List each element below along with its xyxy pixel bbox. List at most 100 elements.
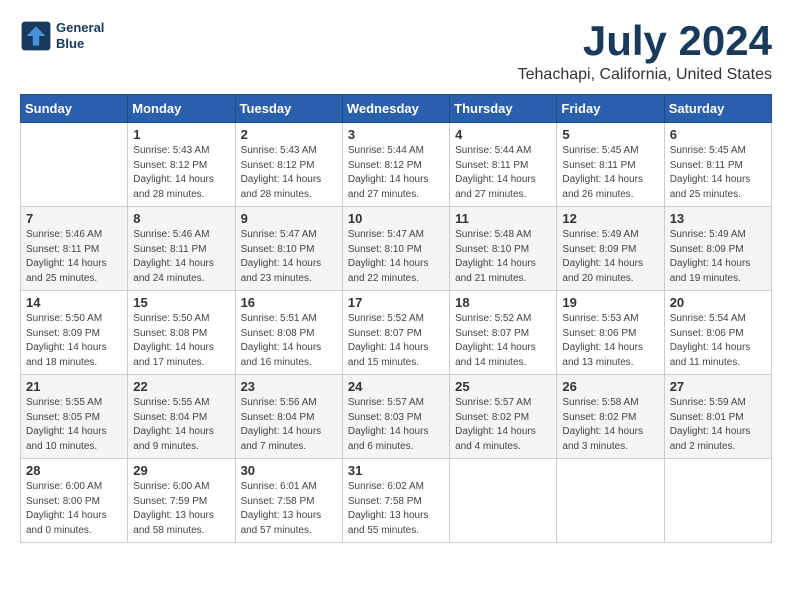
day-number: 21	[26, 379, 122, 394]
day-info: Sunrise: 5:49 AM Sunset: 8:09 PM Dayligh…	[670, 228, 766, 286]
day-number: 19	[562, 295, 658, 310]
day-info: Sunrise: 5:51 AM Sunset: 8:08 PM Dayligh…	[241, 312, 337, 370]
calendar-cell: 8 Sunrise: 5:46 AM Sunset: 8:11 PM Daylig…	[128, 207, 235, 291]
day-info: Sunrise: 5:44 AM Sunset: 8:12 PM Dayligh…	[348, 144, 444, 202]
calendar-cell: 2 Sunrise: 5:43 AM Sunset: 8:12 PM Daylig…	[235, 123, 342, 207]
day-info: Sunrise: 5:49 AM Sunset: 8:09 PM Dayligh…	[562, 228, 658, 286]
day-number: 25	[455, 379, 551, 394]
calendar-cell: 31Sunrise: 6:02 AM Sunset: 7:58 PM Dayli…	[342, 459, 449, 543]
calendar-day-header: Monday	[128, 95, 235, 123]
calendar-cell: 29Sunrise: 6:00 AM Sunset: 7:59 PM Dayli…	[128, 459, 235, 543]
day-info: Sunrise: 5:46 AM Sunset: 8:11 PM Dayligh…	[26, 228, 122, 286]
calendar-week-row: 28 Sunrise: 6:00 AM Sunset: 8:00 PM Dayli…	[21, 459, 772, 543]
day-info: Sunrise: 5:45 AM Sunset: 8:11 PM Dayligh…	[562, 144, 658, 202]
calendar-cell: 16 Sunrise: 5:51 AM Sunset: 8:08 PM Dayli…	[235, 291, 342, 375]
calendar-cell: 10Sunrise: 5:47 AM Sunset: 8:10 PM Dayli…	[342, 207, 449, 291]
day-info: Sunrise: 5:43 AM Sunset: 8:12 PM Dayligh…	[133, 144, 229, 202]
calendar-cell: 28 Sunrise: 6:00 AM Sunset: 8:00 PM Dayli…	[21, 459, 128, 543]
calendar-cell: 26 Sunrise: 5:58 AM Sunset: 8:02 PM Dayli…	[557, 375, 664, 459]
calendar-week-row: 7Sunrise: 5:46 AM Sunset: 8:11 PM Daylig…	[21, 207, 772, 291]
day-number: 23	[241, 379, 337, 394]
day-info: Sunrise: 5:57 AM Sunset: 8:03 PM Dayligh…	[348, 396, 444, 454]
day-number: 16	[241, 295, 337, 310]
day-info: Sunrise: 5:50 AM Sunset: 8:08 PM Dayligh…	[133, 312, 229, 370]
calendar-cell: 27Sunrise: 5:59 AM Sunset: 8:01 PM Dayli…	[664, 375, 771, 459]
day-number: 13	[670, 211, 766, 226]
calendar-cell: 30 Sunrise: 6:01 AM Sunset: 7:58 PM Dayli…	[235, 459, 342, 543]
calendar-cell: 23 Sunrise: 5:56 AM Sunset: 8:04 PM Dayli…	[235, 375, 342, 459]
calendar-cell: 6Sunrise: 5:45 AM Sunset: 8:11 PM Daylig…	[664, 123, 771, 207]
calendar-cell	[664, 459, 771, 543]
calendar-day-header: Wednesday	[342, 95, 449, 123]
day-info: Sunrise: 5:53 AM Sunset: 8:06 PM Dayligh…	[562, 312, 658, 370]
day-number: 6	[670, 127, 766, 142]
calendar-week-row: 14 Sunrise: 5:50 AM Sunset: 8:09 PM Dayli…	[21, 291, 772, 375]
calendar-cell: 13 Sunrise: 5:49 AM Sunset: 8:09 PM Dayli…	[664, 207, 771, 291]
calendar-cell: 15 Sunrise: 5:50 AM Sunset: 8:08 PM Dayli…	[128, 291, 235, 375]
day-info: Sunrise: 5:43 AM Sunset: 8:12 PM Dayligh…	[241, 144, 337, 202]
subtitle: Tehachapi, California, United States	[518, 66, 772, 84]
calendar-cell: 22 Sunrise: 5:55 AM Sunset: 8:04 PM Dayli…	[128, 375, 235, 459]
logo-line2: Blue	[56, 36, 104, 52]
day-number: 28	[26, 463, 122, 478]
calendar-day-header: Saturday	[664, 95, 771, 123]
day-info: Sunrise: 6:01 AM Sunset: 7:58 PM Dayligh…	[241, 480, 337, 538]
calendar-week-row: 21Sunrise: 5:55 AM Sunset: 8:05 PM Dayli…	[21, 375, 772, 459]
day-number: 17	[348, 295, 444, 310]
logo: General Blue	[20, 20, 104, 52]
calendar-day-header: Tuesday	[235, 95, 342, 123]
day-number: 31	[348, 463, 444, 478]
day-info: Sunrise: 5:57 AM Sunset: 8:02 PM Dayligh…	[455, 396, 551, 454]
day-info: Sunrise: 5:56 AM Sunset: 8:04 PM Dayligh…	[241, 396, 337, 454]
day-info: Sunrise: 5:58 AM Sunset: 8:02 PM Dayligh…	[562, 396, 658, 454]
header: General Blue July 2024 Tehachapi, Califo…	[20, 20, 772, 84]
calendar-header-row: SundayMondayTuesdayWednesdayThursdayFrid…	[21, 95, 772, 123]
day-number: 20	[670, 295, 766, 310]
calendar-body: 1 Sunrise: 5:43 AM Sunset: 8:12 PM Daylig…	[21, 123, 772, 543]
day-number: 1	[133, 127, 229, 142]
day-number: 12	[562, 211, 658, 226]
calendar-cell: 20Sunrise: 5:54 AM Sunset: 8:06 PM Dayli…	[664, 291, 771, 375]
main-title: July 2024	[518, 20, 772, 62]
day-number: 5	[562, 127, 658, 142]
day-number: 4	[455, 127, 551, 142]
calendar-table: SundayMondayTuesdayWednesdayThursdayFrid…	[20, 94, 772, 543]
day-number: 2	[241, 127, 337, 142]
day-number: 10	[348, 211, 444, 226]
calendar-cell: 9Sunrise: 5:47 AM Sunset: 8:10 PM Daylig…	[235, 207, 342, 291]
logo-line1: General	[56, 20, 104, 36]
calendar-cell: 17 Sunrise: 5:52 AM Sunset: 8:07 PM Dayli…	[342, 291, 449, 375]
day-number: 8	[133, 211, 229, 226]
calendar-cell	[21, 123, 128, 207]
calendar-cell: 7Sunrise: 5:46 AM Sunset: 8:11 PM Daylig…	[21, 207, 128, 291]
calendar-cell: 14 Sunrise: 5:50 AM Sunset: 8:09 PM Dayli…	[21, 291, 128, 375]
calendar-cell	[557, 459, 664, 543]
day-number: 11	[455, 211, 551, 226]
day-info: Sunrise: 5:50 AM Sunset: 8:09 PM Dayligh…	[26, 312, 122, 370]
day-info: Sunrise: 5:46 AM Sunset: 8:11 PM Dayligh…	[133, 228, 229, 286]
day-info: Sunrise: 5:44 AM Sunset: 8:11 PM Dayligh…	[455, 144, 551, 202]
day-number: 14	[26, 295, 122, 310]
day-number: 30	[241, 463, 337, 478]
calendar-cell	[450, 459, 557, 543]
calendar-day-header: Friday	[557, 95, 664, 123]
calendar-cell: 18Sunrise: 5:52 AM Sunset: 8:07 PM Dayli…	[450, 291, 557, 375]
calendar-cell: 12 Sunrise: 5:49 AM Sunset: 8:09 PM Dayli…	[557, 207, 664, 291]
logo-icon	[20, 20, 52, 52]
day-number: 22	[133, 379, 229, 394]
calendar-cell: 4 Sunrise: 5:44 AM Sunset: 8:11 PM Daylig…	[450, 123, 557, 207]
calendar-cell: 19 Sunrise: 5:53 AM Sunset: 8:06 PM Dayli…	[557, 291, 664, 375]
day-number: 15	[133, 295, 229, 310]
day-number: 26	[562, 379, 658, 394]
day-info: Sunrise: 6:00 AM Sunset: 8:00 PM Dayligh…	[26, 480, 122, 538]
day-info: Sunrise: 5:52 AM Sunset: 8:07 PM Dayligh…	[348, 312, 444, 370]
calendar-day-header: Sunday	[21, 95, 128, 123]
day-number: 9	[241, 211, 337, 226]
calendar-cell: 11 Sunrise: 5:48 AM Sunset: 8:10 PM Dayli…	[450, 207, 557, 291]
day-info: Sunrise: 5:52 AM Sunset: 8:07 PM Dayligh…	[455, 312, 551, 370]
calendar-cell: 21Sunrise: 5:55 AM Sunset: 8:05 PM Dayli…	[21, 375, 128, 459]
day-info: Sunrise: 5:48 AM Sunset: 8:10 PM Dayligh…	[455, 228, 551, 286]
calendar-week-row: 1 Sunrise: 5:43 AM Sunset: 8:12 PM Daylig…	[21, 123, 772, 207]
day-info: Sunrise: 5:55 AM Sunset: 8:04 PM Dayligh…	[133, 396, 229, 454]
calendar-day-header: Thursday	[450, 95, 557, 123]
